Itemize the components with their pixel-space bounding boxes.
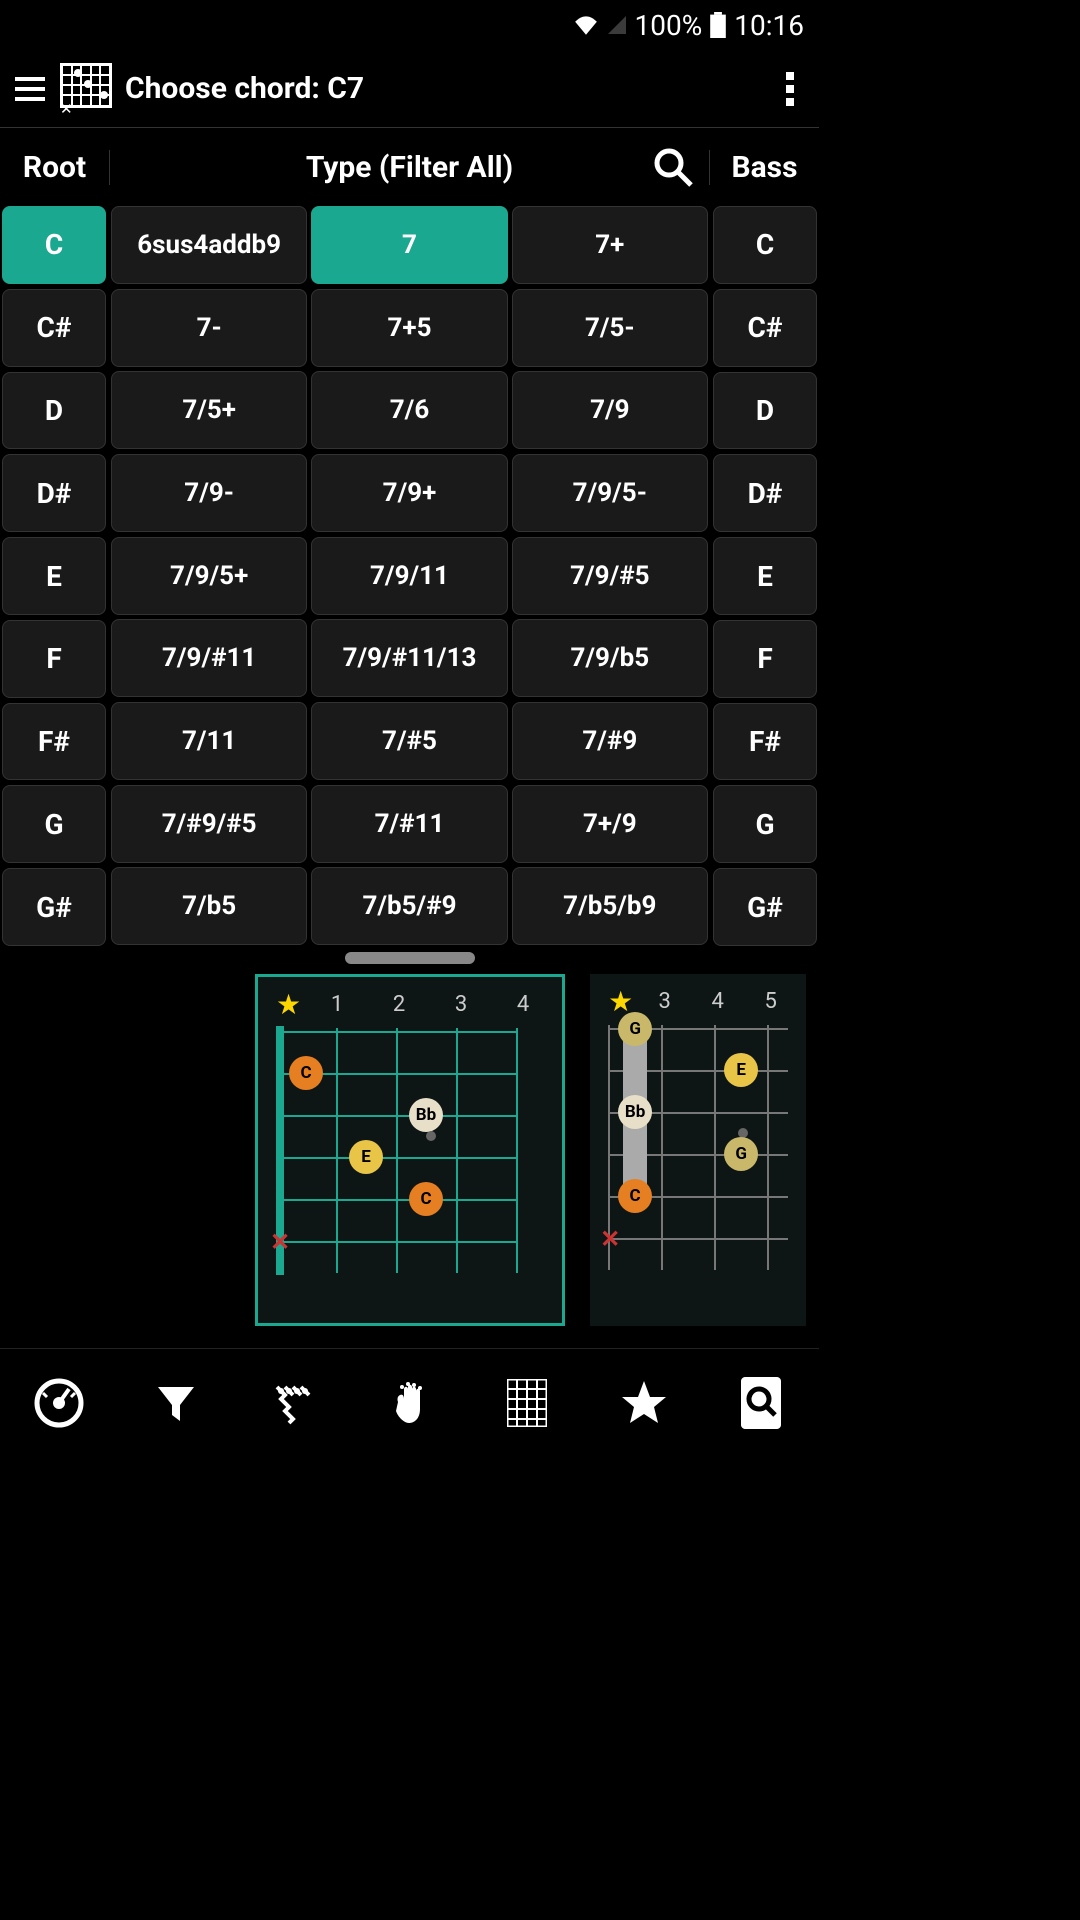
type-option[interactable]: 7/#5 xyxy=(311,702,507,780)
root-option[interactable]: D xyxy=(2,372,106,450)
type-column-header: Type (Filter All) xyxy=(110,150,709,185)
bass-option[interactable]: D# xyxy=(713,454,817,532)
favorite-star-icon: ★ xyxy=(276,988,301,1021)
signal-icon xyxy=(607,15,627,35)
note-dot: G xyxy=(618,1012,652,1046)
type-option[interactable]: 7- xyxy=(111,289,307,367)
chord-diagrams-row[interactable]: ★ 1 2 3 4 C Bb E C ✕ ★ xyxy=(0,964,819,1336)
type-option[interactable]: 7/9- xyxy=(111,454,307,532)
bass-option[interactable]: G# xyxy=(713,868,817,946)
root-option[interactable]: F xyxy=(2,620,106,698)
status-bar: 100% 10:16 xyxy=(0,0,819,50)
bottom-nav xyxy=(0,1348,819,1456)
type-option[interactable]: 7/#9/#5 xyxy=(111,785,307,863)
root-option[interactable]: C xyxy=(2,206,106,284)
type-option[interactable]: 7/9/11 xyxy=(311,537,507,615)
type-option[interactable]: 6sus4addb9 xyxy=(111,206,307,284)
type-option[interactable]: 7/9+ xyxy=(311,454,507,532)
battery-icon xyxy=(710,12,726,38)
battery-percent: 100% xyxy=(635,9,703,42)
root-column[interactable]: CC#DD#EFF#GG# xyxy=(0,206,108,946)
fretboard-2: G E Bb G C ✕ xyxy=(598,1020,798,1300)
bass-option[interactable]: F# xyxy=(713,703,817,781)
type-option[interactable]: 7/9/5+ xyxy=(111,537,307,615)
bass-option[interactable]: E xyxy=(713,537,817,615)
nav-search-button[interactable] xyxy=(702,1349,819,1456)
bass-option[interactable]: C# xyxy=(713,289,817,367)
drag-handle[interactable] xyxy=(345,952,475,964)
type-option[interactable]: 7+5 xyxy=(311,289,507,367)
root-option[interactable]: C# xyxy=(2,289,106,367)
bass-option[interactable]: D xyxy=(713,372,817,450)
wifi-icon xyxy=(573,15,599,35)
type-option[interactable]: 7 xyxy=(311,206,507,284)
type-option[interactable]: 7/9 xyxy=(512,371,708,449)
chord-diagram-2[interactable]: ★ 3 4 5 G E Bb G C ✕ xyxy=(590,974,806,1326)
nav-filter-button[interactable] xyxy=(117,1349,234,1456)
type-option[interactable]: 7/#9 xyxy=(512,702,708,780)
bass-option[interactable]: C xyxy=(713,206,817,284)
note-dot: E xyxy=(349,1140,383,1174)
nav-grid-button[interactable] xyxy=(468,1349,585,1456)
bass-column-header: Bass xyxy=(709,150,819,185)
root-option[interactable]: F# xyxy=(2,703,106,781)
type-option[interactable]: 7/11 xyxy=(111,702,307,780)
type-option[interactable]: 7/9/#11 xyxy=(111,619,307,697)
type-option[interactable]: 7/#11 xyxy=(311,785,507,863)
page-title: Choose chord: C7 xyxy=(125,71,771,106)
hint-dot xyxy=(426,1131,436,1141)
bass-option[interactable]: G xyxy=(713,785,817,863)
root-column-header: Root xyxy=(0,150,110,185)
type-option[interactable]: 7/9/5- xyxy=(512,454,708,532)
note-dot: Bb xyxy=(409,1098,443,1132)
app-bar: ✕ Choose chord: C7 xyxy=(0,50,819,128)
mute-x-icon: ✕ xyxy=(600,1225,620,1253)
note-dot: C xyxy=(618,1179,652,1213)
type-option[interactable]: 7/9/#5 xyxy=(512,537,708,615)
clock-time: 10:16 xyxy=(734,9,804,42)
type-grid[interactable]: 6sus4addb977+ 7-7+57/5- 7/5+7/67/9 7/9-7/9+… xyxy=(108,206,711,946)
root-option[interactable]: G xyxy=(2,785,106,863)
nav-hand-button[interactable] xyxy=(351,1349,468,1456)
nav-favorites-button[interactable] xyxy=(585,1349,702,1456)
type-option[interactable]: 7+ xyxy=(512,206,708,284)
type-option[interactable]: 7/9/b5 xyxy=(512,619,708,697)
note-dot: E xyxy=(724,1053,758,1087)
type-option[interactable]: 7/9/#11/13 xyxy=(311,619,507,697)
type-option[interactable]: 7/b5/#9 xyxy=(311,867,507,945)
overflow-menu-button[interactable] xyxy=(771,72,809,106)
type-option[interactable]: 7/b5/b9 xyxy=(512,867,708,945)
note-dot: C xyxy=(409,1182,443,1216)
nav-tuner-button[interactable] xyxy=(0,1349,117,1456)
type-option[interactable]: 7+/9 xyxy=(512,785,708,863)
type-option[interactable]: 7/5- xyxy=(512,289,708,367)
type-option[interactable]: 7/b5 xyxy=(111,867,307,945)
type-option[interactable]: 7/5+ xyxy=(111,371,307,449)
note-dot: Bb xyxy=(618,1095,652,1129)
root-option[interactable]: D# xyxy=(2,454,106,532)
bass-column[interactable]: CC#DD#EFF#GG# xyxy=(711,206,819,946)
search-button[interactable] xyxy=(652,146,694,188)
fretboard-1: C Bb E C ✕ xyxy=(266,1023,526,1303)
bass-option[interactable]: F xyxy=(713,620,817,698)
app-icon: ✕ xyxy=(60,63,115,115)
column-headers: Root Type (Filter All) Bass xyxy=(0,128,819,206)
chord-picker: CC#DD#EFF#GG# 6sus4addb977+7-7+57/5-7/5+… xyxy=(0,206,819,946)
root-option[interactable]: G# xyxy=(2,868,106,946)
mute-x-icon: ✕ xyxy=(270,1228,290,1256)
note-dot: C xyxy=(289,1056,323,1090)
chord-diagram-1[interactable]: ★ 1 2 3 4 C Bb E C ✕ xyxy=(255,974,565,1326)
nav-scales-button[interactable] xyxy=(234,1349,351,1456)
root-option[interactable]: E xyxy=(2,537,106,615)
note-dot: G xyxy=(724,1137,758,1171)
type-option[interactable]: 7/6 xyxy=(311,371,507,449)
hamburger-menu-button[interactable] xyxy=(10,72,50,106)
